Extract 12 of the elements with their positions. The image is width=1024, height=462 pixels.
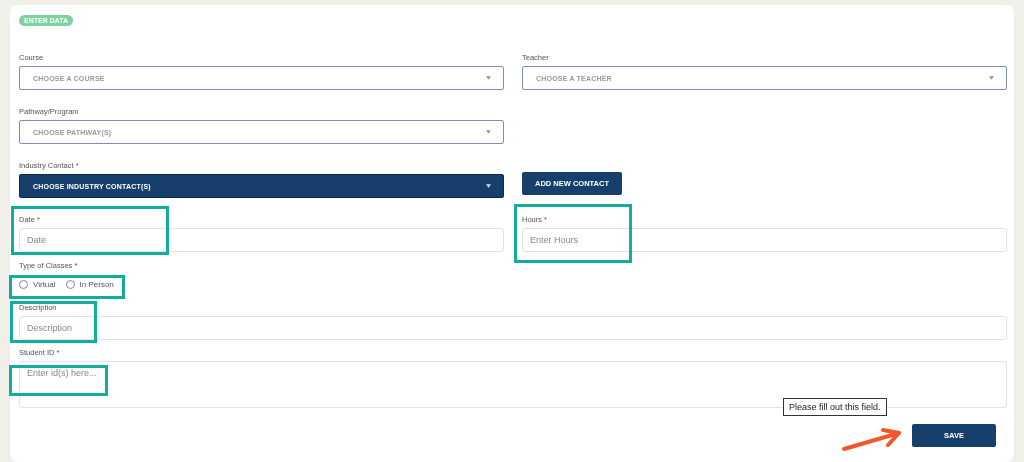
- caret-icon: [486, 130, 491, 134]
- caret-icon: [486, 184, 491, 188]
- radio-button[interactable]: [65, 280, 75, 289]
- caret-icon: [486, 76, 491, 80]
- input-field[interactable]: Date: [19, 228, 504, 252]
- radio-label: Virtual: [33, 280, 56, 289]
- validation-tooltip: Please fill out this field.: [783, 398, 887, 416]
- input-field[interactable]: Description: [19, 316, 1007, 340]
- caret-icon: [989, 76, 994, 80]
- radio-label: In Person: [79, 280, 114, 289]
- radio-button[interactable]: [19, 280, 28, 289]
- input-field[interactable]: Enter Hours: [522, 228, 1007, 252]
